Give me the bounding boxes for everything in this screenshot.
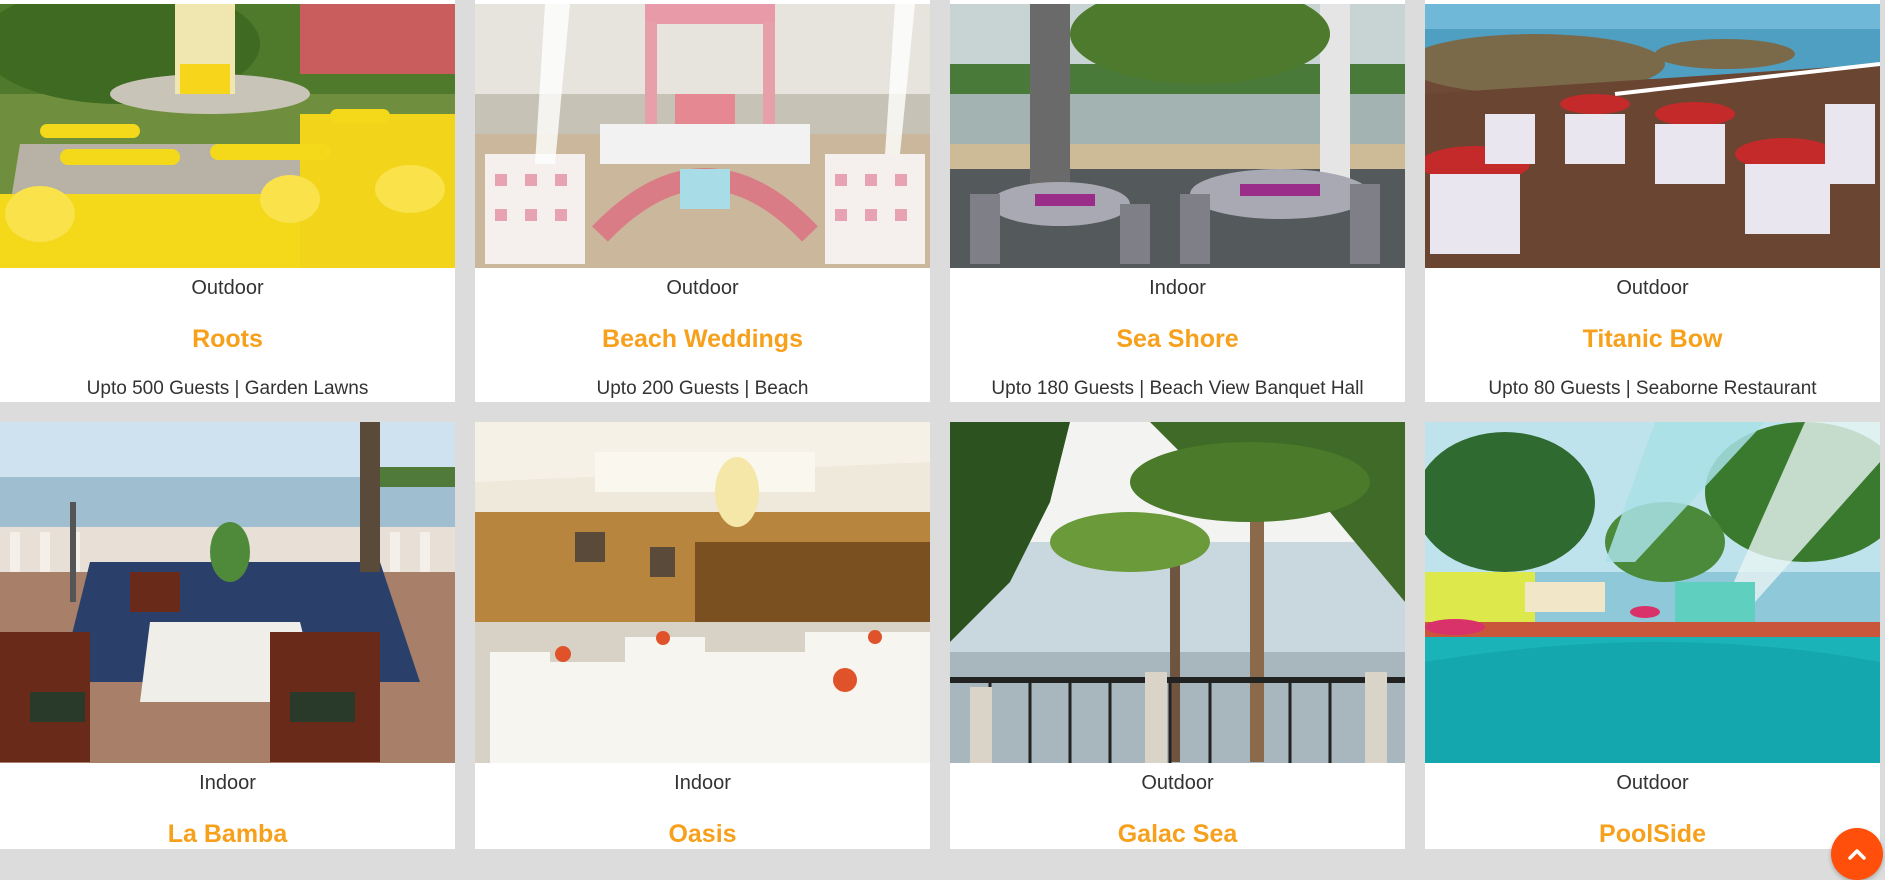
venue-image-titanic-bow[interactable]: [1425, 4, 1880, 268]
venue-type: Outdoor: [1616, 277, 1689, 299]
venue-image-oasis[interactable]: [475, 422, 930, 763]
venue-type: Outdoor: [1616, 772, 1689, 794]
venue-desc: Upto 180 Guests | Beach View Banquet Hal…: [991, 378, 1364, 399]
venue-desc: Upto 80 Guests | Seaborne Restaurant: [1488, 378, 1817, 399]
venue-card-sea-shore[interactable]: Indoor Sea Shore Upto 180 Guests | Beach…: [950, 0, 1405, 402]
venue-image-roots[interactable]: [0, 4, 455, 268]
venue-card-titanic-bow[interactable]: Outdoor Titanic Bow Upto 80 Guests | Sea…: [1425, 0, 1880, 402]
venue-card-poolside[interactable]: Outdoor PoolSide: [1425, 422, 1880, 849]
chevron-up-icon: [1848, 849, 1866, 860]
venue-desc: Upto 500 Guests | Garden Lawns: [86, 378, 369, 399]
venue-type: Outdoor: [1141, 772, 1214, 794]
scroll-to-top-button[interactable]: [1831, 828, 1883, 880]
venue-type: Outdoor: [666, 277, 739, 299]
venue-image-la-bamba[interactable]: [0, 422, 455, 763]
venue-card-roots[interactable]: Outdoor Roots Upto 500 Guests | Garden L…: [0, 0, 455, 402]
venue-image-galac-sea[interactable]: [950, 422, 1405, 763]
venue-grid: Outdoor Roots Upto 500 Guests | Garden L…: [0, 0, 1885, 849]
venue-type: Indoor: [674, 772, 731, 794]
venue-title[interactable]: La Bamba: [0, 819, 455, 849]
venue-title[interactable]: Galac Sea: [950, 819, 1405, 849]
venue-title[interactable]: Sea Shore: [950, 324, 1405, 354]
venue-title[interactable]: Roots: [0, 324, 455, 354]
venue-card-oasis[interactable]: Indoor Oasis: [475, 422, 930, 849]
venue-type: Outdoor: [191, 277, 264, 299]
venue-type: Indoor: [199, 772, 256, 794]
venue-card-galac-sea[interactable]: Outdoor Galac Sea: [950, 422, 1405, 849]
venue-title[interactable]: Titanic Bow: [1425, 324, 1880, 354]
venue-image-sea-shore[interactable]: [950, 4, 1405, 268]
venue-title[interactable]: Beach Weddings: [475, 324, 930, 354]
venue-title[interactable]: PoolSide: [1425, 819, 1880, 849]
venue-image-beach-weddings[interactable]: [475, 4, 930, 268]
venue-card-beach-weddings[interactable]: Outdoor Beach Weddings Upto 200 Guests |…: [475, 0, 930, 402]
venue-type: Indoor: [1149, 277, 1206, 299]
venue-desc: Upto 200 Guests | Beach: [596, 378, 809, 399]
venue-card-la-bamba[interactable]: Indoor La Bamba: [0, 422, 455, 849]
venue-image-poolside[interactable]: [1425, 422, 1880, 763]
venue-title[interactable]: Oasis: [475, 819, 930, 849]
